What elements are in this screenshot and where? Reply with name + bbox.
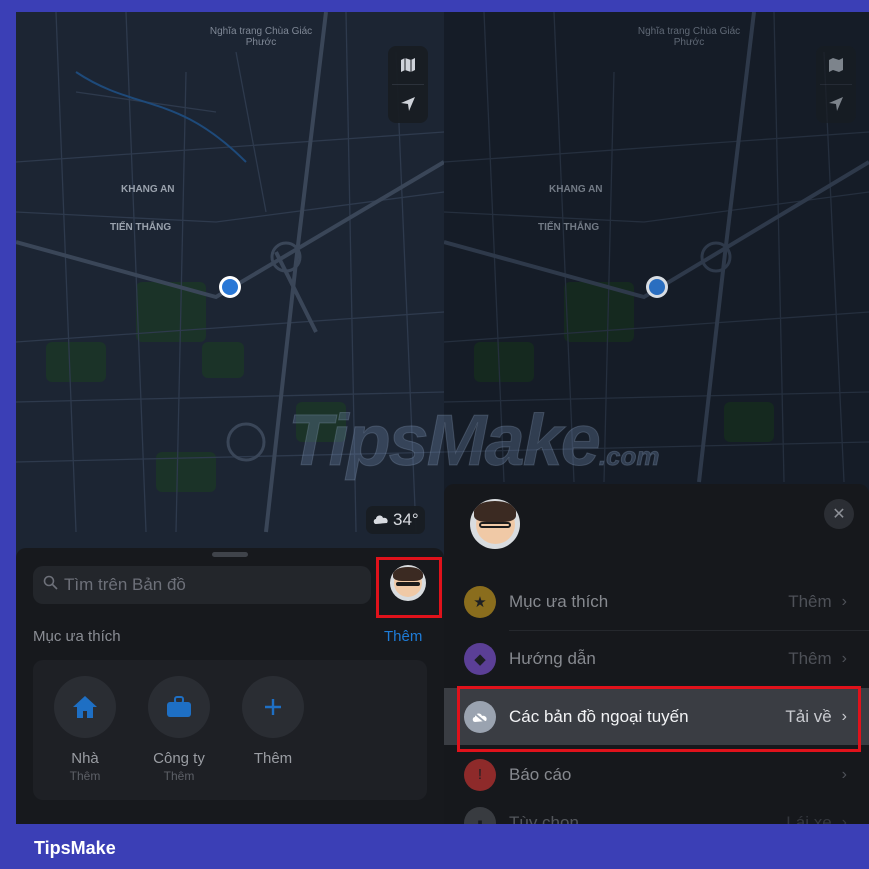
menu-value-preferences: Lái xe	[786, 812, 832, 825]
favorite-add[interactable]: Thêm	[237, 676, 309, 767]
map-label-cemetery: Nghĩa trang Chùa Giác Phước	[209, 26, 313, 48]
search-placeholder: Tìm trên Bản đồ	[64, 575, 186, 594]
chevron-right-icon: ›	[841, 592, 847, 610]
watermark-domain: .com	[598, 441, 660, 472]
menu-row-guides[interactable]: ◆ Hướng dẫn Thêm ›	[444, 630, 869, 687]
map-icon[interactable]	[388, 46, 428, 84]
favorite-home[interactable]: Nhà Thêm	[49, 676, 121, 783]
favorites-more-link[interactable]: Thêm	[384, 628, 422, 645]
favorites-section-title: Mục ưa thích	[33, 628, 121, 645]
guide-icon: ◆	[464, 642, 496, 675]
screenshot-pair: Nghĩa trang Chùa Giác Phước KHANG AN TIẾ…	[16, 12, 869, 824]
watermark-logo: TipsMake.com	[288, 400, 660, 482]
menu-row-favorites[interactable]: ★ Mục ưa thích Thêm ›	[444, 573, 869, 630]
menu-label-preferences: Tùy chọn	[509, 812, 579, 825]
bottom-sheet: Tìm trên Bản đồ Mục ưa thích Thêm Nhà Th…	[16, 548, 444, 824]
star-icon: ★	[464, 585, 496, 618]
favorite-home-sub: Thêm	[69, 769, 101, 783]
favorites-card: Nhà Thêm Công ty Thêm Thêm	[33, 660, 427, 800]
search-field[interactable]: Tìm trên Bản đồ	[33, 566, 371, 604]
sheet-grabber[interactable]	[212, 552, 248, 557]
favorite-add-label: Thêm	[253, 750, 293, 767]
location-arrow-icon[interactable]	[388, 85, 428, 123]
offline-maps-highlight-box	[457, 686, 861, 752]
weather-temperature: 34°	[393, 510, 419, 529]
profile-avatar[interactable]	[390, 565, 426, 601]
map-label-cemetery: Nghĩa trang Chùa Giác Phước	[637, 26, 741, 48]
map-icon[interactable]	[816, 46, 856, 84]
map-label-tien-thang: TIẾN THẮNG	[538, 222, 600, 233]
plus-icon	[242, 676, 304, 738]
chevron-right-icon: ›	[841, 813, 847, 825]
menu-label-report: Báo cáo	[509, 764, 572, 784]
search-icon	[43, 575, 58, 595]
profile-avatar-large	[470, 499, 520, 549]
avatar-face	[392, 566, 424, 598]
weather-badge: 34°	[366, 506, 425, 534]
profile-sheet: ✕ ★ Mục ưa thích Thêm › ◆ Hướng dẫn Thêm…	[444, 484, 869, 824]
favorite-work-sub: Thêm	[163, 769, 195, 783]
favorite-work-label: Công ty	[153, 750, 205, 767]
report-icon: !	[464, 758, 496, 791]
avatar-face	[473, 501, 517, 544]
footer-brand: TipsMake	[34, 838, 116, 858]
home-icon	[54, 676, 116, 738]
menu-value-guides: Thêm	[788, 648, 832, 668]
close-icon[interactable]: ✕	[824, 499, 854, 529]
chevron-right-icon: ›	[841, 765, 847, 783]
cloud-icon	[372, 510, 390, 530]
footer-bar: TipsMake	[0, 824, 869, 869]
briefcase-icon	[148, 676, 210, 738]
location-arrow-icon[interactable]	[816, 85, 856, 123]
map-label-khang-an: KHANG AN	[121, 184, 175, 195]
menu-row-preferences[interactable]: ▪ Tùy chọn Lái xe ›	[444, 794, 869, 824]
menu-label-guides: Hướng dẫn	[509, 648, 596, 668]
favorite-work[interactable]: Công ty Thêm	[143, 676, 215, 783]
map-label-khang-an: KHANG AN	[549, 184, 603, 195]
menu-label-favorites: Mục ưa thích	[509, 591, 609, 611]
favorite-home-label: Nhà	[71, 750, 99, 767]
menu-value-favorites: Thêm	[788, 591, 832, 611]
map-controls	[388, 46, 428, 123]
map-controls	[816, 46, 856, 123]
watermark-text: TipsMake	[288, 401, 602, 482]
chevron-right-icon: ›	[841, 649, 847, 667]
map-label-tien-thang: TIẾN THẮNG	[110, 222, 172, 233]
car-icon: ▪	[464, 806, 496, 824]
